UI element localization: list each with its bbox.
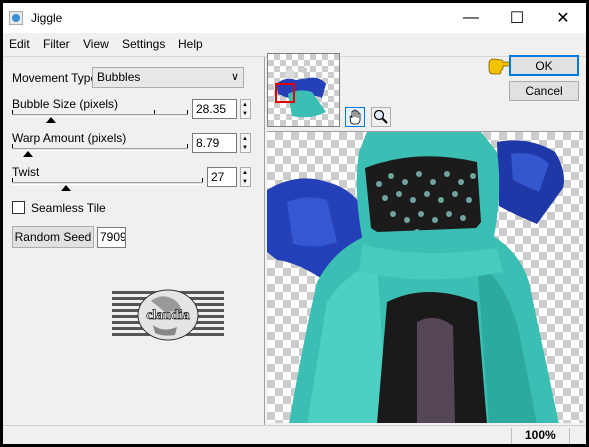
twist-slider-track[interactable]	[12, 182, 203, 185]
maximize-button[interactable]: ☐	[494, 3, 540, 33]
zoom-tool-button[interactable]	[371, 107, 391, 127]
status-separator	[569, 428, 570, 444]
menu-bar: Edit Filter View Settings Help	[3, 34, 586, 54]
claudia-logo: claudia	[111, 287, 225, 343]
warp-amount-slider-track[interactable]	[12, 148, 188, 151]
movement-type-label: Movement Type:	[12, 71, 101, 85]
window-title: Jiggle	[31, 11, 63, 25]
slider-tick	[202, 178, 203, 182]
warp-amount-slider-thumb[interactable]	[23, 151, 33, 157]
movement-type-value: Bubbles	[97, 70, 141, 84]
zoom-level: 100%	[525, 428, 556, 442]
maximize-icon: ☐	[509, 10, 525, 27]
slider-tick	[12, 110, 13, 114]
seamless-tile-checkbox[interactable]	[12, 201, 25, 214]
menu-filter[interactable]: Filter	[43, 37, 70, 51]
minimize-button[interactable]: —	[448, 3, 494, 33]
panel-divider	[264, 57, 265, 425]
preview-canvas[interactable]	[267, 131, 583, 423]
menu-settings[interactable]: Settings	[122, 37, 165, 51]
app-icon	[9, 11, 23, 25]
close-icon: ✕	[556, 10, 570, 27]
movement-type-select[interactable]: Bubbles ∨	[92, 67, 244, 88]
thumbnail-image	[275, 67, 326, 118]
close-button[interactable]: ✕	[540, 3, 586, 33]
menu-edit[interactable]: Edit	[9, 37, 30, 51]
twist-input[interactable]: 27	[207, 167, 237, 187]
ok-button[interactable]: OK	[509, 55, 579, 76]
twist-spinner[interactable]: ▲ ▼	[240, 167, 251, 187]
bubble-size-slider-thumb[interactable]	[46, 117, 56, 123]
slider-tick	[12, 178, 13, 182]
seamless-tile-label: Seamless Tile	[31, 201, 106, 215]
logo-text: claudia	[146, 308, 190, 323]
bubble-size-slider-track[interactable]	[12, 114, 188, 117]
cancel-button[interactable]: Cancel	[509, 81, 579, 101]
status-bar	[3, 425, 586, 444]
bubble-size-spinner[interactable]: ▲ ▼	[240, 99, 251, 119]
slider-tick	[187, 144, 188, 148]
random-seed-input[interactable]: 7909	[97, 227, 126, 248]
chevron-down-icon: ∨	[230, 71, 239, 83]
random-seed-button[interactable]: Random Seed	[12, 226, 94, 248]
jiggle-dialog: Jiggle — ☐ ✕ Edit Filter View Settings H…	[3, 3, 586, 444]
magnifier-icon	[373, 109, 388, 124]
slider-tick	[154, 110, 155, 114]
warp-amount-input[interactable]: 8.79	[192, 133, 237, 153]
twist-label: Twist	[12, 165, 40, 179]
twist-slider-thumb[interactable]	[61, 185, 71, 191]
pan-tool-button[interactable]	[345, 107, 365, 127]
preview-image	[267, 132, 564, 423]
slider-tick	[12, 144, 13, 148]
status-separator	[511, 428, 512, 444]
bubble-size-input[interactable]: 28.35	[192, 99, 237, 119]
warp-amount-spinner[interactable]: ▲ ▼	[240, 133, 251, 153]
navigator-thumbnail[interactable]	[267, 53, 340, 127]
pointing-hand-icon	[488, 58, 511, 75]
title-bar: Jiggle — ☐ ✕	[3, 3, 586, 33]
hand-icon	[349, 109, 361, 125]
menu-help[interactable]: Help	[178, 37, 203, 51]
bubble-size-label: Bubble Size (pixels)	[12, 97, 119, 111]
minimize-icon: —	[463, 9, 479, 26]
warp-amount-label: Warp Amount (pixels)	[12, 131, 127, 145]
menu-view[interactable]: View	[83, 37, 109, 51]
slider-tick	[187, 110, 188, 114]
